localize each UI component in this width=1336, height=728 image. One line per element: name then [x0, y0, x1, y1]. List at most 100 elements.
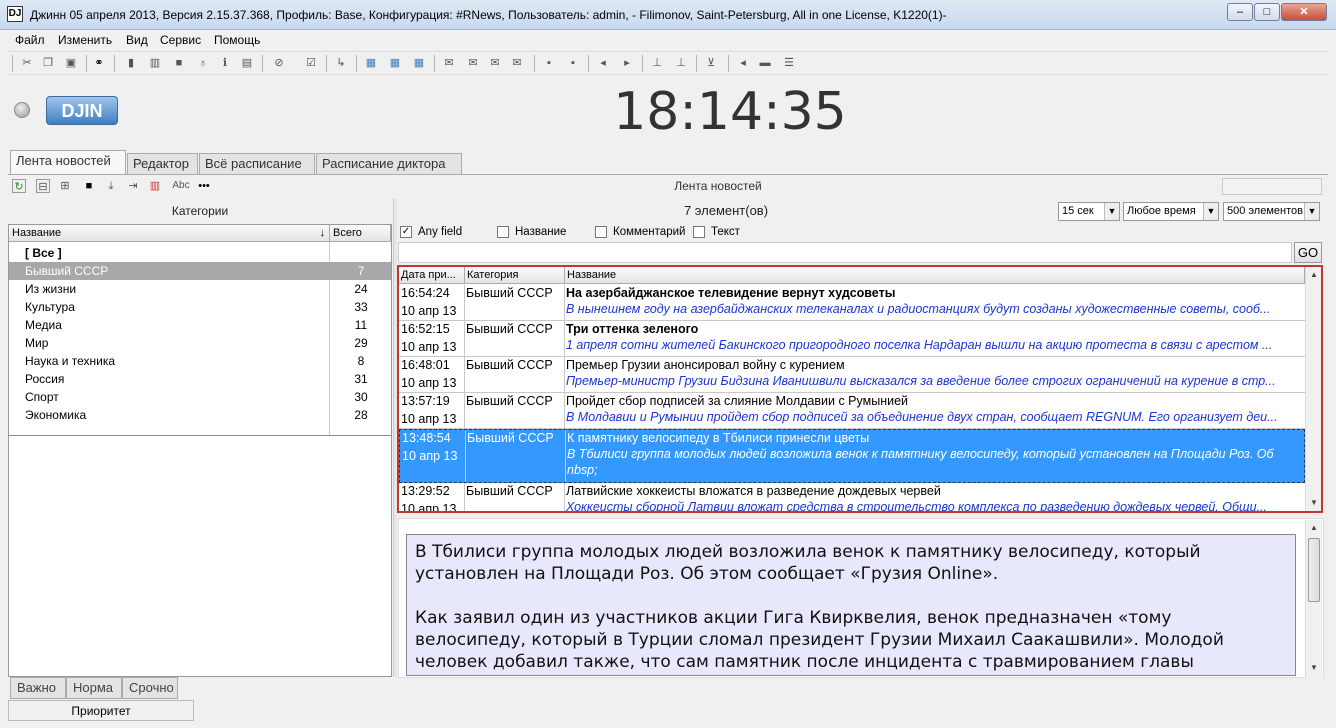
more-icon[interactable]: ••• [194, 179, 214, 193]
save-icon[interactable]: ▪ [542, 56, 556, 70]
square-icon[interactable]: ■ [172, 56, 186, 70]
grid2-icon[interactable]: ▦ [388, 56, 402, 70]
binoculars-icon[interactable]: ⚭ [92, 56, 106, 70]
news-preview[interactable]: В Тбилиси группа молодых людей возложила… [406, 534, 1296, 676]
priority-label: Приоритет [8, 700, 194, 721]
bar-icon[interactable]: ▬ [758, 56, 772, 70]
next-icon[interactable]: ⊥ [674, 56, 688, 70]
mail2-icon[interactable]: ✉ [466, 56, 480, 70]
prev-icon[interactable]: ⊥ [650, 56, 664, 70]
page-icon[interactable]: ▮ [124, 56, 138, 70]
stop-icon[interactable]: ■ [82, 179, 96, 193]
import-icon[interactable]: ⇥ [126, 179, 140, 193]
tree-icon[interactable]: ⊟ [36, 179, 50, 193]
column-name[interactable]: Название ↓ [9, 225, 330, 242]
arrow-icon[interactable]: ↳ [334, 56, 348, 70]
text-checkbox[interactable]: Текст [693, 224, 740, 240]
scroll-down-icon[interactable]: ▼ [1306, 495, 1321, 511]
color-icon[interactable]: ▥ [148, 179, 162, 193]
column-date[interactable]: Дата при... [399, 267, 465, 284]
tab-editor[interactable]: Редактор [127, 153, 198, 175]
news-row[interactable]: 13:29:52 10 апр 13 Бывший СССР Латвийские… [399, 483, 1305, 511]
search-input[interactable] [398, 242, 1292, 263]
menu-service[interactable]: Сервис [160, 33, 201, 47]
category-row[interactable]: Россия 31 [9, 370, 391, 388]
refresh-interval-select[interactable]: 15 сек ▼ [1058, 202, 1120, 221]
news-row[interactable]: 13:57:19 10 апр 13 Бывший СССР Пройдет сб… [399, 393, 1305, 429]
export-icon[interactable]: ⤓ [104, 179, 118, 193]
category-row[interactable]: Из жизни 24 [9, 280, 391, 298]
copy-icon[interactable]: ❐ [41, 56, 55, 70]
cut-icon[interactable]: ✂ [20, 56, 34, 70]
scroll-thumb[interactable] [1308, 538, 1320, 602]
categories-table[interactable]: Название ↓ Всего [ Все ] Бывший СССР 7 Из… [8, 224, 392, 677]
category-row[interactable]: Бывший СССР 7 [9, 262, 391, 280]
chevron-down-icon: ▼ [1203, 203, 1218, 220]
preview-scrollbar[interactable]: ▲ ▼ [1305, 520, 1322, 678]
tab-news-feed[interactable]: Лента новостей [10, 150, 126, 175]
column-category[interactable]: Категория [465, 267, 565, 284]
priority-important-tab[interactable]: Важно [10, 677, 66, 699]
category-row[interactable]: Мир 29 [9, 334, 391, 352]
preview-paragraph: Как заявил один из участников акции Гига… [415, 608, 1224, 672]
columns-icon[interactable]: ▥ [148, 56, 162, 70]
limit-select[interactable]: 500 элементов ▼ [1223, 202, 1320, 221]
grid3-icon[interactable]: ▦ [412, 56, 426, 70]
comment-icon[interactable]: ▤ [240, 56, 254, 70]
mic-icon[interactable]: ♁ [196, 56, 210, 70]
news-row[interactable]: 16:52:15 10 апр 13 Бывший СССР Три оттенк… [399, 321, 1305, 357]
news-row-selected[interactable]: 13:48:54 10 апр 13 Бывший СССР К памятник… [399, 429, 1305, 483]
column-title[interactable]: Название [565, 267, 1305, 284]
news-row[interactable]: 16:54:24 10 апр 13 Бывший СССР На азербай… [399, 285, 1305, 321]
categories-header: Категории [8, 200, 392, 224]
list-icon[interactable]: ☰ [782, 56, 796, 70]
info-icon[interactable]: ℹ [218, 56, 232, 70]
category-row[interactable]: Наука и техника 8 [9, 352, 391, 370]
menu-file[interactable]: Файл [15, 33, 45, 47]
font-icon[interactable]: Abc [170, 179, 192, 193]
forbid-icon[interactable]: ⊘ [272, 56, 286, 70]
grid-icon[interactable]: ▦ [364, 56, 378, 70]
category-row[interactable]: Экономика 28 [9, 406, 391, 424]
comment-checkbox[interactable]: Комментарий [595, 224, 685, 240]
sub-toolbar: ↻ ⊟ ⊞ ■ ⤓ ⇥ ▥ Abc ••• [8, 176, 218, 197]
mail3-icon[interactable]: ✉ [488, 56, 502, 70]
category-row[interactable]: Культура 33 [9, 298, 391, 316]
category-row[interactable]: Спорт 30 [9, 388, 391, 406]
news-row[interactable]: 16:48:01 10 апр 13 Бывший СССР Премьер Гр… [399, 357, 1305, 393]
scroll-up-icon[interactable]: ▲ [1306, 267, 1321, 283]
news-scrollbar[interactable]: ▲ ▼ [1305, 267, 1321, 511]
down-icon[interactable]: ⊻ [704, 56, 718, 70]
any-field-checkbox[interactable]: ✓ Any field [400, 224, 462, 240]
left-icon[interactable]: ◂ [596, 56, 610, 70]
time-filter-select[interactable]: Любое время ▼ [1123, 202, 1219, 221]
column-total[interactable]: Всего [330, 225, 391, 242]
table-icon[interactable]: ⊞ [58, 179, 72, 193]
title-checkbox[interactable]: Название [497, 224, 566, 240]
news-table[interactable]: Дата при... Категория Название 16:54:24 1… [397, 265, 1323, 513]
check-icon[interactable]: ☑ [304, 56, 318, 70]
category-row-all[interactable]: [ Все ] [9, 244, 391, 262]
mail4-icon[interactable]: ✉ [510, 56, 524, 70]
mail-icon[interactable]: ✉ [442, 56, 456, 70]
menu-edit[interactable]: Изменить [58, 33, 112, 47]
tab-all-schedule[interactable]: Всё расписание [199, 153, 315, 175]
lock-icon[interactable]: ▪ [566, 56, 580, 70]
right-icon[interactable]: ▸ [620, 56, 634, 70]
priority-normal-tab[interactable]: Норма [66, 677, 122, 699]
scroll-up-icon[interactable]: ▲ [1306, 520, 1322, 536]
sound-icon[interactable]: ◂ [736, 56, 750, 70]
priority-urgent-tab[interactable]: Срочно [122, 677, 178, 699]
minimize-button[interactable]: ‒ [1227, 3, 1253, 21]
refresh-icon[interactable]: ↻ [12, 179, 26, 193]
go-button[interactable]: GO [1294, 242, 1322, 263]
menu-bar: Файл Изменить Вид Сервис Помощь [0, 30, 1336, 50]
maximize-button[interactable]: □ [1254, 3, 1280, 21]
scroll-down-icon[interactable]: ▼ [1306, 660, 1322, 676]
menu-view[interactable]: Вид [126, 33, 148, 47]
close-button[interactable]: ✕ [1281, 3, 1327, 21]
paste-icon[interactable]: ▣ [64, 56, 78, 70]
category-row[interactable]: Медиа 11 [9, 316, 391, 334]
tab-announcer-schedule[interactable]: Расписание диктора [316, 153, 462, 175]
menu-help[interactable]: Помощь [214, 33, 260, 47]
